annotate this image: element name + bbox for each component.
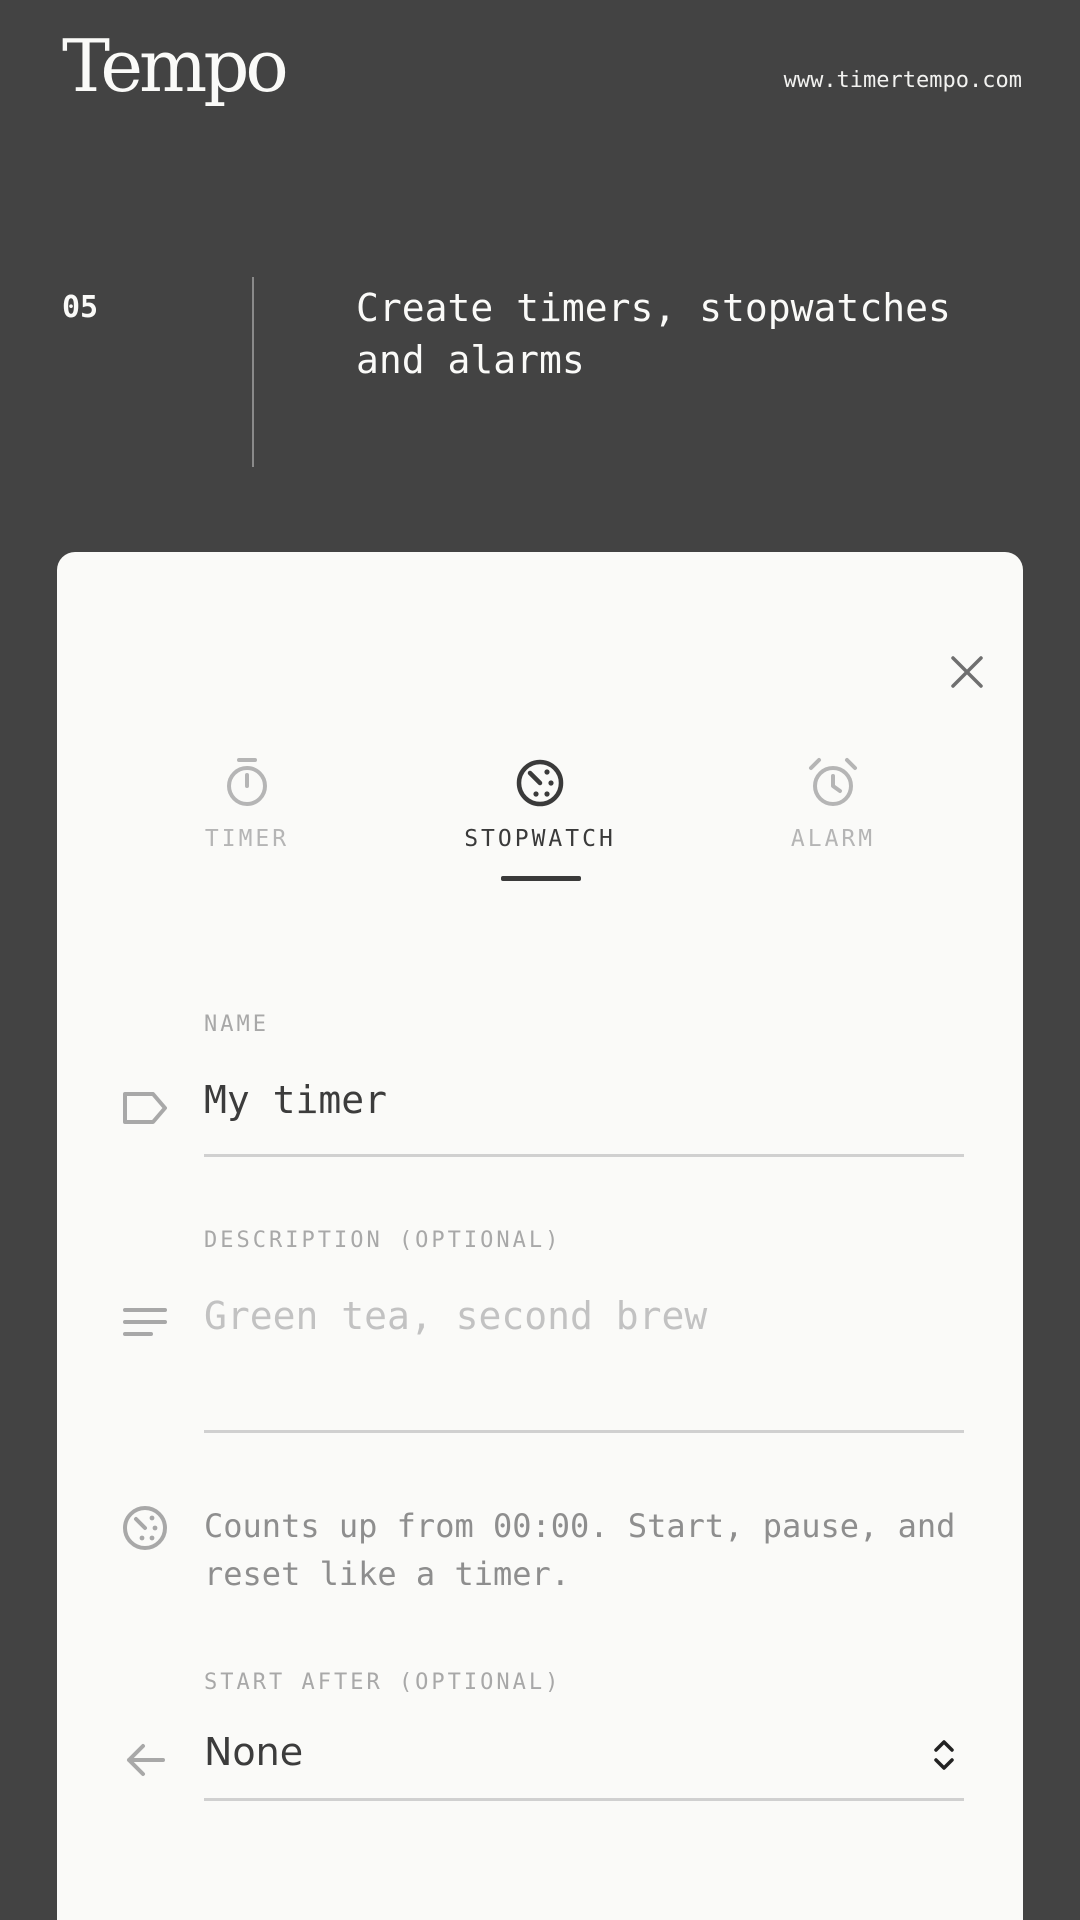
- close-button[interactable]: [937, 642, 997, 702]
- tab-timer-label: TIMER: [204, 826, 290, 852]
- create-dialog: TIMER STOPWATCH ALARM NAME My timer DESC…: [57, 552, 1023, 1920]
- stopwatch-icon: [516, 759, 564, 807]
- notes-lines-icon: [123, 1308, 167, 1336]
- close-icon: [951, 656, 983, 688]
- label-tag-icon: [123, 1092, 167, 1124]
- stopwatch-info-icon: [123, 1506, 167, 1550]
- tab-stopwatch[interactable]: STOPWATCH: [430, 754, 650, 884]
- tab-stopwatch-label: STOPWATCH: [464, 826, 616, 852]
- description-placeholder: Green tea, second brew: [204, 1294, 708, 1338]
- stopwatch-info-text: Counts up from 00:00. Start, pause, and …: [204, 1507, 956, 1593]
- timer-icon: [227, 758, 267, 806]
- site-url: www.timertempo.com: [783, 68, 1022, 93]
- name-input[interactable]: My timer: [204, 1078, 964, 1157]
- alarm-clock-icon: [809, 758, 857, 806]
- select-chevrons-icon: [934, 1740, 954, 1770]
- step-number: 05: [62, 290, 99, 325]
- description-input[interactable]: Green tea, second brew: [204, 1294, 964, 1433]
- tab-alarm[interactable]: ALARM: [723, 754, 943, 884]
- description-label: DESCRIPTION (OPTIONAL): [204, 1228, 562, 1253]
- tab-alarm-label: ALARM: [790, 826, 876, 852]
- step-divider: [252, 277, 254, 467]
- tab-timer[interactable]: TIMER: [137, 754, 357, 884]
- name-label: NAME: [204, 1012, 269, 1037]
- name-input-value: My timer: [204, 1078, 388, 1122]
- active-tab-indicator: [501, 876, 581, 881]
- start-after-label: START AFTER (OPTIONAL): [204, 1670, 562, 1695]
- step-description: Create timers, stopwatches and alarms: [356, 286, 951, 382]
- brand-logo: Tempo: [62, 24, 289, 108]
- arrow-left-icon: [127, 1744, 165, 1776]
- start-after-select[interactable]: None: [204, 1722, 964, 1801]
- start-after-value: None: [204, 1730, 304, 1774]
